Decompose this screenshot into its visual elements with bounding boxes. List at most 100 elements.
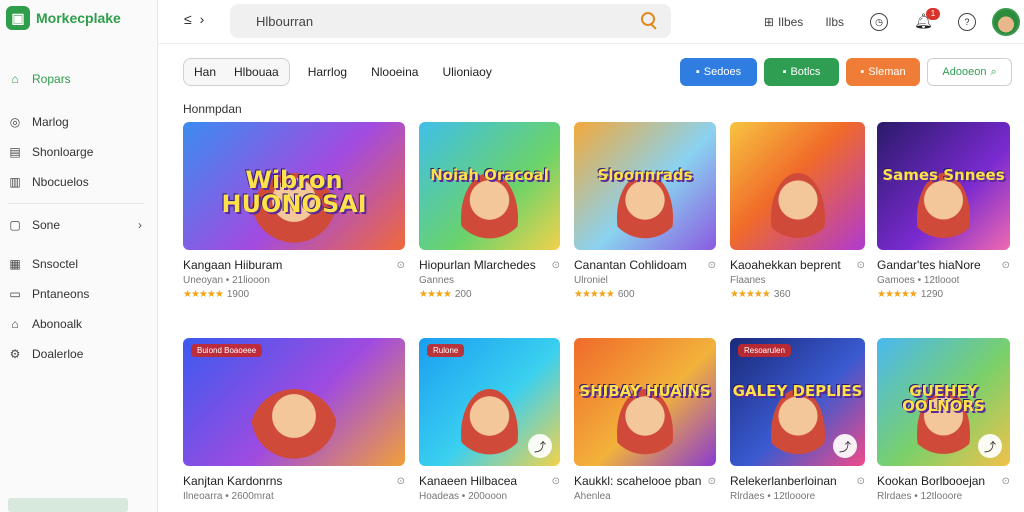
store-logo-icon: ▣ <box>6 6 30 30</box>
topbar-actions: ⊞ Ilbes Ilbs ◷ 🔔︎ 1 ? <box>764 0 1024 44</box>
card-title[interactable]: Kanaeen Hilbacea <box>419 474 517 488</box>
sidebar-item-abonoalk[interactable]: ⌂ Abonoalk <box>0 309 158 339</box>
back-forward-icon[interactable]: ≤ › <box>184 11 206 27</box>
sidebar-item-pntaneons[interactable]: ▭ Pntaneons <box>0 279 158 309</box>
star-icon: ★★★★★ <box>877 289 918 300</box>
card-thumbnail[interactable] <box>730 122 865 250</box>
share-icon[interactable]: ⤴ <box>833 434 857 458</box>
button-label: Sleman <box>868 66 906 78</box>
more-icon[interactable]: ⊙ <box>397 260 405 271</box>
sidebar-item-label: Abonoalk <box>32 317 83 331</box>
segmented-control[interactable]: Han Hlbouaa <box>183 58 290 86</box>
more-icon[interactable]: ⊙ <box>857 476 865 487</box>
search-input[interactable]: Hlbourran <box>256 14 639 29</box>
clock-icon[interactable]: ◷ <box>870 13 888 31</box>
tab-nlooeina[interactable]: Nlooeina <box>371 65 418 79</box>
grid-icon: ▥ <box>9 175 21 189</box>
sidebar-item-snsoctel[interactable]: ▦ Snsoctel <box>0 249 158 279</box>
home-icon: ⌂ <box>11 72 19 86</box>
more-icon[interactable]: ⊙ <box>1002 260 1010 271</box>
card-thumbnail[interactable]: Sames Snnees <box>877 122 1010 250</box>
card-title[interactable]: Kaoahekkan beprent <box>730 258 841 272</box>
more-icon[interactable]: ⊙ <box>397 476 405 487</box>
tab-ulioniaoy[interactable]: Ulioniaoy <box>442 65 491 79</box>
share-icon[interactable]: ⤴ <box>978 434 1002 458</box>
app-card[interactable]: Noiah Oracoal Hiopurlan Mlarchedes ⊙ Gannes… <box>419 122 560 300</box>
card-title[interactable]: Kanjtan Kardonrns <box>183 474 282 488</box>
sidebar-item-doalerloe[interactable]: ⚙ Doalerloe <box>0 339 158 369</box>
segment-option[interactable]: Hlbouaa <box>234 65 279 79</box>
app-card[interactable]: Sloonnrads Canantan Cohlidoam ⊙ Ulroniel ★★★… <box>574 122 716 300</box>
more-icon[interactable]: ⊙ <box>552 260 560 271</box>
card-title[interactable]: Relekerlanberloinan <box>730 474 837 488</box>
app-card[interactable]: Buiond Boaoeee Kanjtan Kardonrns ⊙ Ilneoarr… <box>183 338 405 502</box>
topbar-link-ilbs[interactable]: Ilbs <box>825 15 844 29</box>
character-illustration <box>616 173 674 250</box>
avatar[interactable] <box>992 8 1020 36</box>
filter-icon: ▪ <box>695 66 700 78</box>
action-buttons: ▪ Sedoes ▪ Botlcs ▪ Sleman Adooeon ⌕ <box>680 58 1012 86</box>
app-card[interactable]: Rulone ⤴ Kanaeen Hilbacea ⊙ Hoadeas • 200ooo… <box>419 338 560 502</box>
card-title[interactable]: Canantan Cohlidoam <box>574 258 687 272</box>
app-card[interactable]: Wibron HUONOSAI Kangaan Hiiburam ⊙ Uneoyan … <box>183 122 405 300</box>
sidebar: ▣ Morkecplake ⌂ Ropars ◎ Marlog ▤ Shonlo… <box>0 0 158 512</box>
card-thumbnail[interactable]: GUEHEY OOLNORS ⤴ <box>877 338 1010 466</box>
bell-icon[interactable]: 🔔︎ 1 <box>914 8 940 31</box>
more-icon[interactable]: ⊙ <box>708 476 716 487</box>
card-title[interactable]: Hiopurlan Mlarchedes <box>419 258 536 272</box>
sleman-button[interactable]: ▪ Sleman <box>846 58 920 86</box>
app-card[interactable]: SHIBAY HUAINS Kaukkl: scahelooe pban ⊙ Ahen… <box>574 338 716 502</box>
card-thumbnail[interactable]: Sloonnrads <box>574 122 716 250</box>
sidebar-item-label: Marlog <box>32 115 69 129</box>
app-card[interactable]: GUEHEY OOLNORS ⤴ Kookan Borlbooejan ⊙ Rlrdae… <box>877 338 1010 502</box>
card-subtitle: Flaanes <box>730 275 766 286</box>
card-thumbnail[interactable]: Buiond Boaoeee <box>183 338 405 466</box>
sidebar-item-sone[interactable]: ▢ Sone › <box>0 210 158 240</box>
rating-count: 1290 <box>920 289 944 300</box>
card-thumbnail[interactable]: Noiah Oracoal <box>419 122 560 250</box>
sedoes-button[interactable]: ▪ Sedoes <box>680 58 757 86</box>
adooeon-button[interactable]: Adooeon ⌕ <box>927 58 1012 86</box>
card-thumbnail[interactable]: SHIBAY HUAINS <box>574 338 716 466</box>
more-icon[interactable]: ⊙ <box>708 260 716 271</box>
card-title[interactable]: Kaukkl: scahelooe pban <box>574 474 701 488</box>
sidebar-footer[interactable] <box>8 498 128 512</box>
help-icon[interactable]: ? <box>958 13 976 31</box>
sidebar-item-nbocuelos[interactable]: ▥ Nbocuelos <box>0 167 158 197</box>
rating-count: 200 <box>454 289 472 300</box>
character-illustration <box>770 173 825 250</box>
segment-option[interactable]: Han <box>194 65 216 79</box>
more-icon[interactable]: ⊙ <box>552 476 560 487</box>
card-thumbnail[interactable]: GALEY DEPLIES Resoarulen ⤴ <box>730 338 865 466</box>
divider <box>8 203 144 204</box>
sidebar-item-marlog[interactable]: ◎ Marlog <box>0 107 158 137</box>
sidebar-item-shonloarge[interactable]: ▤ Shonloarge <box>0 137 158 167</box>
card-title[interactable]: Kookan Borlbooejan <box>877 474 985 488</box>
folder-icon: ▢ <box>9 218 21 232</box>
filter-bar: Han Hlbouaa Harrlog Nlooeina Ulioniaoy <box>183 58 492 86</box>
brand[interactable]: ▣ Morkecplake <box>6 6 121 30</box>
card-title[interactable]: Kangaan Hiiburam <box>183 258 282 272</box>
botlcs-button[interactable]: ▪ Botlcs <box>764 58 839 86</box>
star-icon: ★★★★ <box>419 289 452 300</box>
app-card[interactable]: Kaoahekkan beprent ⊙ Flaanes ★★★★★ 360 <box>730 122 865 300</box>
search-icon[interactable] <box>639 11 659 31</box>
topbar-link-ilbes[interactable]: ⊞ Ilbes <box>764 15 803 29</box>
sidebar-item-ropars[interactable]: ⌂ Ropars <box>0 64 158 94</box>
app-card[interactable]: Sames Snnees Gandar'tes hiaNore ⊙ Gamoes • … <box>877 122 1010 300</box>
card-subtitle: Ilneoarra • 2600mrat <box>183 491 274 502</box>
character-illustration <box>461 173 518 250</box>
card-thumbnail[interactable]: Wibron HUONOSAI <box>183 122 405 250</box>
more-icon[interactable]: ⊙ <box>857 260 865 271</box>
share-icon[interactable]: ⤴ <box>528 434 552 458</box>
character-illustration <box>916 173 971 250</box>
search-bar[interactable]: Hlbourran <box>230 4 671 38</box>
tab-harrlog[interactable]: Harrlog <box>308 65 347 79</box>
list-icon: ⊞ <box>763 15 774 29</box>
character-illustration <box>770 389 825 466</box>
card-title-row: Kaoahekkan beprent ⊙ <box>730 258 865 272</box>
card-thumbnail[interactable]: Rulone ⤴ <box>419 338 560 466</box>
more-icon[interactable]: ⊙ <box>1002 476 1010 487</box>
app-card[interactable]: GALEY DEPLIES Resoarulen ⤴ Relekerlanberloi… <box>730 338 865 502</box>
card-title[interactable]: Gandar'tes hiaNore <box>877 258 981 272</box>
